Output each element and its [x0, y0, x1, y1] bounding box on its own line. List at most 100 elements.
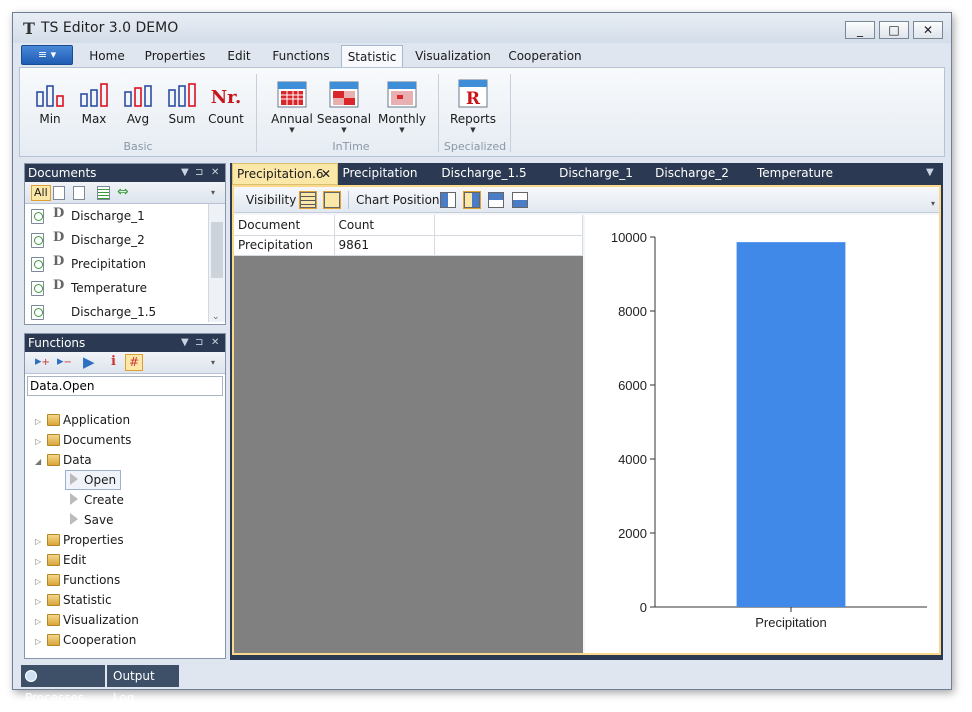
expand-icon[interactable]: ▷ — [35, 432, 47, 452]
tab-functions[interactable]: Functions — [265, 45, 337, 67]
tree-item-create[interactable]: Create — [70, 490, 124, 510]
function-tree: ▷ Application ▷ Documents ◢ Data Open Creat… — [25, 400, 225, 656]
tab-discharge-2[interactable]: Discharge_2 — [644, 163, 740, 185]
column-header-empty — [434, 215, 583, 236]
seasonal-button[interactable]: Seasonal ▼ — [316, 74, 372, 134]
chart-bottom-icon[interactable] — [512, 192, 528, 208]
tree-item-open[interactable]: Open — [65, 470, 122, 490]
app-window: T TS Editor 3.0 DEMO _ □ ✕ ≡ ▾ Home Prop… — [12, 12, 952, 705]
new-document-icon[interactable] — [73, 186, 85, 200]
list-item[interactable]: D Discharge_1 — [29, 206, 209, 226]
tree-item-visualization[interactable]: ▷ Visualization — [35, 610, 139, 630]
scrollbar[interactable]: ⌄ — [208, 204, 225, 322]
tab-properties[interactable]: Properties — [137, 45, 213, 67]
info-icon[interactable]: i — [111, 354, 116, 369]
min-button[interactable]: Min — [28, 74, 72, 126]
add-function-icon[interactable]: ▸+ — [35, 354, 50, 369]
bar-chart-sum-icon — [160, 74, 204, 108]
scroll-down-icon[interactable]: ⌄ — [212, 312, 220, 322]
tree-item-cooperation[interactable]: ▷ Cooperation — [35, 630, 136, 650]
data-grid: Document Count Precipitation 9861 — [234, 215, 583, 653]
chart-top-icon[interactable] — [488, 192, 504, 208]
chart-view-icon[interactable] — [323, 191, 341, 209]
expand-icon[interactable]: ▷ — [35, 532, 47, 552]
tab-processes[interactable]: Processes — [21, 665, 105, 705]
close-tab-icon[interactable]: ✕ — [321, 164, 331, 184]
filter-all-button[interactable]: All — [31, 185, 51, 201]
toolbar-overflow-icon[interactable]: ▾ — [211, 188, 215, 197]
minimize-button[interactable]: _ — [845, 21, 875, 39]
annual-button[interactable]: Annual ▼ — [270, 74, 314, 134]
swap-icon[interactable]: ⇔ — [117, 184, 129, 200]
count-button[interactable]: Nr. Count — [204, 74, 248, 126]
chart-right-icon[interactable] — [463, 191, 481, 209]
tree-item-properties[interactable]: ▷ Properties — [35, 530, 124, 550]
run-icon[interactable]: ▶ — [83, 353, 95, 371]
panel-close-icon[interactable]: ✕ — [211, 334, 219, 352]
list-item[interactable]: Discharge_1.5 — [29, 302, 209, 322]
table-cell[interactable]: 9861 — [334, 235, 435, 256]
collapse-icon[interactable]: ◢ — [35, 452, 47, 472]
tree-item-documents[interactable]: ▷ Documents — [35, 430, 131, 450]
tab-precipitation-6[interactable]: Precipitation.6 ✕ — [232, 163, 338, 185]
function-search-input[interactable] — [27, 376, 223, 396]
list-item[interactable]: D Precipitation — [29, 254, 209, 274]
hash-icon[interactable]: # — [125, 354, 143, 371]
folder-icon — [47, 434, 60, 446]
reports-button[interactable]: R Reports ▼ — [448, 74, 498, 134]
tab-list-dropdown-icon[interactable]: ▼ — [926, 167, 934, 178]
tree-item-statistic[interactable]: ▷ Statistic — [35, 590, 112, 610]
expand-icon[interactable]: ▷ — [35, 412, 47, 432]
tab-visualization[interactable]: Visualization — [409, 45, 497, 67]
expand-icon[interactable]: ▷ — [35, 592, 47, 612]
tree-item-application[interactable]: ▷ Application — [35, 410, 130, 430]
application-menu-button[interactable]: ≡ ▾ — [21, 45, 73, 65]
tab-precipitation[interactable]: Precipitation — [340, 163, 420, 185]
remove-function-icon[interactable]: ▸− — [57, 354, 72, 369]
monthly-button[interactable]: Monthly ▼ — [374, 74, 430, 134]
pin-icon[interactable]: ⊐ — [195, 334, 203, 352]
scrollbar-thumb[interactable] — [211, 222, 223, 278]
tree-item-data[interactable]: ◢ Data — [35, 450, 92, 470]
panel-close-icon[interactable]: ✕ — [211, 164, 219, 182]
list-item[interactable]: D Temperature — [29, 278, 209, 298]
open-document-icon[interactable] — [53, 186, 65, 200]
chart-left-icon[interactable] — [440, 192, 456, 208]
table-view-icon[interactable] — [299, 191, 317, 209]
sum-button[interactable]: Sum — [160, 74, 204, 126]
expand-icon[interactable]: ▷ — [35, 632, 47, 652]
maximize-button[interactable]: □ — [879, 21, 909, 39]
expand-icon[interactable]: ▷ — [35, 612, 47, 632]
panel-dropdown-icon[interactable]: ▼ — [181, 334, 189, 352]
tab-cooperation[interactable]: Cooperation — [501, 45, 589, 67]
expand-icon[interactable]: ▷ — [35, 552, 47, 572]
tab-output-log[interactable]: Output Log — [107, 665, 179, 705]
pin-icon[interactable]: ⊐ — [195, 164, 203, 182]
toolbar-overflow-icon[interactable]: ▾ — [211, 358, 215, 367]
list-item[interactable]: D Discharge_2 — [29, 230, 209, 250]
avg-button[interactable]: Avg — [116, 74, 160, 126]
tab-home[interactable]: Home — [81, 45, 133, 67]
tab-temperature[interactable]: Temperature — [742, 163, 848, 185]
max-button[interactable]: Max — [72, 74, 116, 126]
tree-item-edit[interactable]: ▷ Edit — [35, 550, 86, 570]
folder-icon — [47, 454, 60, 466]
tab-edit[interactable]: Edit — [217, 45, 261, 67]
toolbar-overflow-icon[interactable]: ▾ — [931, 199, 935, 208]
tab-discharge-1[interactable]: Discharge_1 — [548, 163, 644, 185]
panel-dropdown-icon[interactable]: ▼ — [181, 164, 189, 182]
close-button[interactable]: ✕ — [913, 21, 943, 39]
column-header-document[interactable]: Document — [234, 215, 335, 236]
tree-item-functions[interactable]: ▷ Functions — [35, 570, 120, 590]
column-header-count[interactable]: Count — [334, 215, 435, 236]
table-cell[interactable]: Precipitation — [234, 235, 335, 256]
clock-icon — [25, 670, 37, 682]
functions-panel: Functions ▼ ⊐ ✕ ▸+ ▸− ▶ i # ▾ ▷Applicati… — [24, 333, 226, 659]
documents-toolbar: All ⇔ ▾ — [25, 182, 225, 204]
tree-item-save[interactable]: Save — [70, 510, 113, 530]
tab-statistic[interactable]: Statistic — [341, 45, 403, 67]
folder-icon — [47, 634, 60, 646]
tab-discharge-1-5[interactable]: Discharge_1.5 — [436, 163, 532, 185]
list-view-icon[interactable] — [97, 186, 110, 200]
expand-icon[interactable]: ▷ — [35, 572, 47, 592]
